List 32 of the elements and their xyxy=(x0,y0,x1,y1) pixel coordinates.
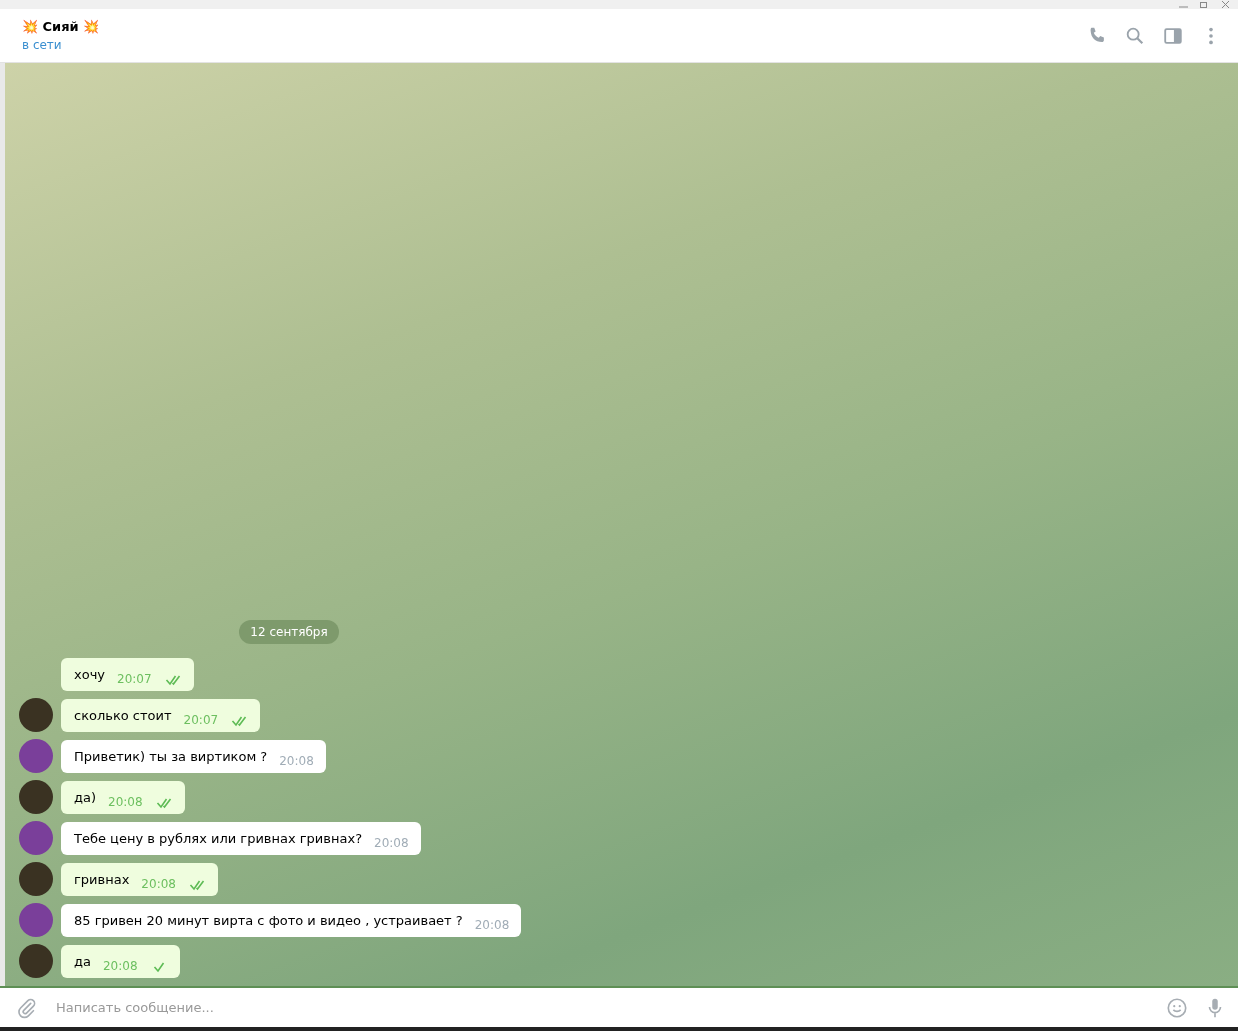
avatar[interactable] xyxy=(19,698,53,732)
message-text: гривнах xyxy=(74,870,130,889)
message-time: 20:08 xyxy=(474,917,510,934)
message-text: 85 гривен 20 минут вирта с фото и видео , устраивает ? xyxy=(74,911,463,930)
message-time: 20:08 xyxy=(141,876,176,893)
message-text: Тебе цену в рублях или гривнах гривнах? xyxy=(74,829,363,848)
message-time: 20:08 xyxy=(279,753,314,770)
message-time: 20:08 xyxy=(108,794,143,811)
message-input[interactable]: Написать сообщение... xyxy=(54,996,1166,1019)
restore-icon[interactable] xyxy=(1200,1,1209,8)
avatar[interactable] xyxy=(19,780,53,814)
message-text: Приветик) ты за виртиком ? xyxy=(74,747,268,766)
close-icon[interactable] xyxy=(1221,1,1230,8)
avatar[interactable] xyxy=(19,862,53,896)
avatar[interactable] xyxy=(19,821,53,855)
date-badge: 12 сентября xyxy=(239,620,339,644)
message-text: хочу xyxy=(74,665,106,684)
message-composer[interactable]: Написать сообщение... xyxy=(0,986,1238,1031)
message-time: 20:07 xyxy=(183,712,219,729)
message-time: 20:07 xyxy=(117,671,152,688)
chat-title: 💥 Сияй 💥 xyxy=(22,17,100,36)
avatar[interactable] xyxy=(19,944,53,978)
paperclip-icon[interactable] xyxy=(16,996,38,1019)
message-text: да) xyxy=(74,788,97,807)
emoji-icon[interactable] xyxy=(1166,996,1188,1019)
avatar[interactable] xyxy=(19,903,53,937)
online-status: в сети xyxy=(22,37,63,55)
message-time: 20:08 xyxy=(102,958,138,975)
message-text: сколько стоит xyxy=(74,706,172,725)
message-text: да xyxy=(74,952,91,971)
avatar[interactable] xyxy=(19,739,53,773)
message-time: 20:08 xyxy=(374,835,409,852)
